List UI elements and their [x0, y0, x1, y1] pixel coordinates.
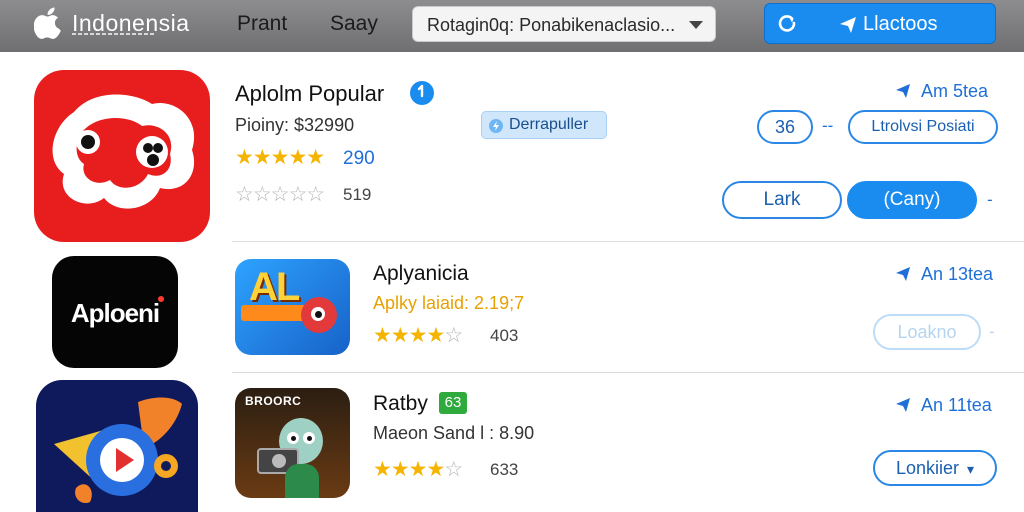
nav-item-saay[interactable]: Saay — [330, 12, 378, 36]
row-2-star-rating: ★★★★☆ — [373, 458, 463, 481]
aploeni-app-icon[interactable]: Aploeni — [52, 256, 178, 368]
mascot-icon — [52, 94, 195, 209]
media-app-icon[interactable] — [36, 380, 198, 512]
dots-separator: - — [989, 322, 995, 341]
lark-button[interactable]: Lark — [722, 181, 842, 219]
featured-secondary-count: 519 — [343, 185, 372, 204]
featured-time-label: Am 5tea — [921, 81, 989, 101]
plane-icon — [840, 17, 856, 33]
featured-time: Am 5tea — [895, 81, 988, 102]
chevron-down-icon: ▾ — [967, 461, 975, 477]
category-badge[interactable]: Derrapuller — [481, 111, 607, 139]
row-2-rating-count: 633 — [490, 460, 519, 479]
row-divider — [232, 241, 1024, 242]
row-1-time: An 13tea — [895, 264, 993, 285]
category-badge-label: Derrapuller — [509, 116, 589, 133]
apple-icon[interactable] — [34, 7, 64, 39]
top-action-label: Llactoos — [863, 13, 938, 35]
row-1-icon-text: AL — [249, 265, 300, 309]
row-divider — [232, 372, 1024, 373]
featured-app-icon[interactable] — [34, 70, 210, 242]
row-2-time: An 11tea — [895, 395, 992, 416]
row-2-icon-body — [285, 464, 319, 498]
search-dropdown[interactable]: Rotagin0q: Ponabikenaclasio... — [412, 6, 716, 42]
dots-separator: -- — [822, 116, 834, 135]
dots-separator: - — [987, 190, 993, 209]
row-1-app-title[interactable]: Aplyanicia — [373, 262, 469, 286]
row-2-action-label: Lonkiier — [895, 458, 959, 478]
row-1-rating-count: 403 — [490, 326, 519, 345]
top-action-button[interactable]: Llactoos — [764, 3, 996, 44]
row-2-icon-text: BROORC — [245, 394, 302, 408]
top-bar: Indonensia Prant Saay Rotagin0q: Ponabik… — [0, 0, 1024, 52]
aploeni-label: Aploeni — [70, 298, 160, 328]
chevron-down-icon[interactable] — [689, 21, 703, 29]
plane-icon — [896, 398, 910, 412]
nav-item-prant[interactable]: Prant — [237, 12, 287, 36]
verified-icon — [410, 81, 434, 105]
search-value: Rotagin0q: Ponabikenaclasio... — [427, 15, 676, 35]
row-2-time-label: An 11tea — [921, 395, 992, 415]
row-2-tag: 63 — [439, 392, 467, 414]
row-1-price: Aplky laiaid: 2.19;7 — [373, 293, 525, 313]
tile-spark-icon — [158, 296, 164, 302]
follow-pill[interactable]: Ltrolvsi Posiati — [848, 110, 998, 144]
featured-price: Pioiny: $32990 — [235, 115, 355, 135]
row-1-star-rating: ★★★★☆ — [373, 324, 463, 347]
row-2-action-button[interactable]: Lonkiier ▾ — [873, 450, 997, 486]
row-1-icon-mascot — [301, 297, 337, 333]
row-2-app-title[interactable]: Ratby — [373, 392, 428, 416]
get-button[interactable]: (Cany) — [847, 181, 977, 219]
refresh-icon — [778, 15, 796, 32]
plane-icon — [896, 267, 910, 281]
brand-underline — [72, 33, 156, 35]
rocket-play-icon — [54, 397, 182, 504]
plane-icon — [896, 84, 910, 98]
featured-rating-count: 290 — [343, 148, 375, 169]
featured-star-rating: ★★★★★ — [235, 146, 325, 169]
row-1-time-label: An 13tea — [921, 264, 994, 284]
row-2-app-icon[interactable]: BROORC — [235, 388, 350, 498]
featured-app-title[interactable]: Aplolm Popular — [235, 81, 384, 107]
row-1-action-button[interactable]: Loakno — [873, 314, 981, 350]
row-1-app-icon[interactable]: AL — [235, 259, 350, 355]
row-2-price: Maeon Sand l : 8.90 — [373, 423, 535, 443]
bolt-icon — [489, 119, 503, 133]
featured-secondary-stars: ☆☆☆☆☆ — [235, 183, 325, 206]
count-pill[interactable]: 36 — [757, 110, 813, 144]
